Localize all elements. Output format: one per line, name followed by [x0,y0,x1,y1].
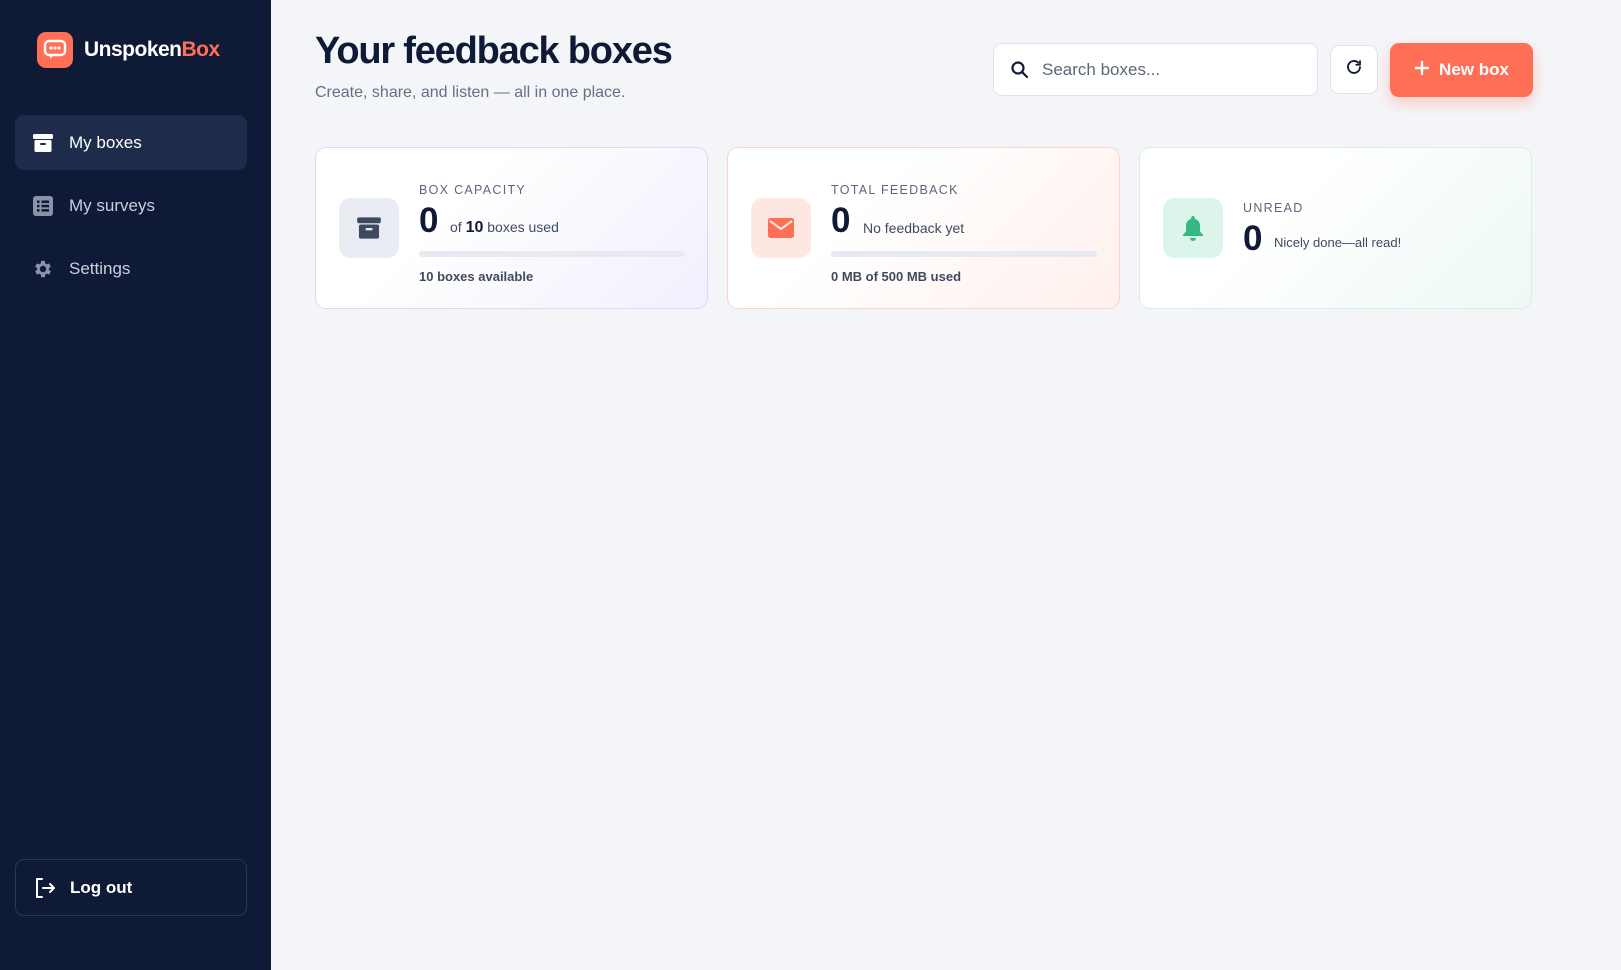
bell-icon [1163,198,1223,258]
brand[interactable]: UnspokenBox [37,32,220,68]
brand-name-accent: Box [181,38,221,61]
search-input[interactable] [1042,59,1302,80]
sidebar-item-label: My boxes [69,132,142,152]
sidebar-item-settings[interactable]: Settings [15,241,247,296]
box-capacity-card: BOX CAPACITY 0 of 10 boxes used 10 boxes… [315,147,708,309]
new-box-label: New box [1439,60,1509,79]
logout-button[interactable]: Log out [15,859,247,916]
brand-name-primary: Unspoken [84,38,182,61]
sidebar: UnspokenBox My boxes My surveys Settings… [0,0,271,970]
unread-label: UNREAD [1243,201,1304,215]
box-capacity-value: 0 [419,201,439,240]
new-box-button[interactable]: New box [1390,43,1533,97]
logout-icon [33,876,57,900]
box-capacity-limit: 10 [465,219,484,236]
total-feedback-desc: No feedback yet [863,220,965,236]
page-title: Your feedback boxes [315,30,673,72]
archive-icon [339,198,399,258]
box-capacity-of: of [450,219,462,235]
unread-card: UNREAD 0 Nicely done—all read! [1139,147,1532,309]
mail-icon [751,198,811,258]
plus-icon [1414,60,1430,81]
total-feedback-label: TOTAL FEEDBACK [831,183,959,197]
unread-desc: Nicely done—all read! [1274,235,1402,250]
total-feedback-value: 0 [831,201,851,240]
total-feedback-card: TOTAL FEEDBACK 0 No feedback yet 0 MB of… [727,147,1120,309]
chat-bubble-logo-icon [37,32,73,68]
refresh-icon [1345,58,1363,81]
search-box[interactable] [993,43,1318,96]
archive-icon [31,131,54,154]
sidebar-item-my-surveys[interactable]: My surveys [15,178,247,233]
gear-icon [31,257,54,280]
box-capacity-label: BOX CAPACITY [419,183,527,197]
sidebar-item-my-boxes[interactable]: My boxes [15,115,247,170]
sidebar-item-label: My surveys [69,195,155,215]
box-capacity-suffix: boxes used [487,219,559,235]
page-subtitle: Create, share, and listen — all in one p… [315,84,626,101]
box-capacity-progress [419,251,685,257]
brand-name: UnspokenBox [84,38,220,62]
box-capacity-footer: 10 boxes available [419,269,534,284]
unread-value: 0 [1243,219,1263,258]
main-content: Your feedback boxes Create, share, and l… [271,0,1621,970]
storage-progress [831,251,1097,257]
box-capacity-desc: of 10 boxes used [450,219,559,237]
sidebar-item-label: Settings [69,258,131,278]
logout-label: Log out [70,877,133,897]
refresh-button[interactable] [1330,45,1378,94]
sidebar-nav: My boxes My surveys Settings [15,115,247,304]
storage-footer: 0 MB of 500 MB used [831,269,962,284]
list-icon [31,194,54,217]
search-icon [1010,60,1030,80]
